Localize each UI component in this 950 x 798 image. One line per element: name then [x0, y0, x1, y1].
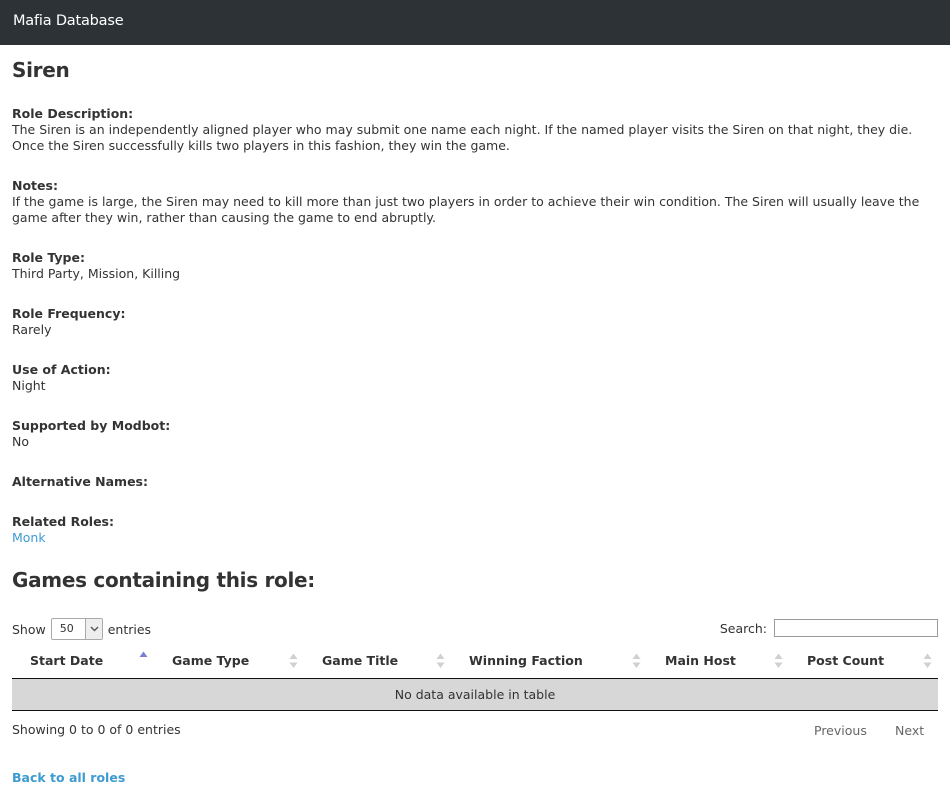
related-roles-label: Related Roles: [12, 514, 114, 529]
page-title: Siren [12, 58, 70, 82]
role-type-label: Role Type: [12, 250, 85, 265]
modbot-label: Supported by Modbot: [12, 418, 171, 433]
back-to-all-roles-link[interactable]: Back to all roles [12, 770, 125, 785]
notes-value: If the game is large, the Siren may need… [12, 194, 920, 225]
notes-label: Notes: [12, 178, 58, 193]
sort-arrows-icon [774, 653, 783, 668]
modbot-value: No [12, 434, 29, 449]
sort-ascending-icon [139, 651, 148, 657]
use-of-action-value: Night [12, 378, 46, 393]
role-description-value: The Siren is an independently aligned pl… [12, 122, 913, 153]
column-header-label: Game Title [322, 653, 399, 668]
role-frequency-label: Role Frequency: [12, 306, 126, 321]
role-type-value: Third Party, Mission, Killing [12, 266, 181, 281]
table-info: Showing 0 to 0 of 0 entries [12, 722, 181, 737]
entries-select-value: 50 [59, 622, 74, 635]
chevron-down-icon [84, 619, 102, 639]
table-header: Start Date Game Type Game Title Winning … [12, 645, 938, 679]
entries-length-control: Show 50 entries [12, 618, 151, 640]
show-label: Show [12, 621, 46, 637]
games-section-title: Games containing this role: [12, 568, 315, 592]
column-header-winning-faction[interactable]: Winning Faction [451, 645, 647, 678]
brand-link[interactable]: Mafia Database [13, 13, 124, 29]
table-search-control: Search: [720, 617, 938, 639]
related-roles-list: Monk [12, 530, 932, 546]
role-description-label: Role Description: [12, 106, 134, 121]
column-header-main-host[interactable]: Main Host [647, 645, 789, 678]
column-header-label: Post Count [807, 653, 885, 668]
alternative-names-label: Alternative Names: [12, 474, 148, 489]
column-header-game-title[interactable]: Game Title [304, 645, 451, 678]
search-label: Search: [719, 620, 767, 636]
column-header-label: Game Type [172, 653, 250, 668]
sort-arrows-icon [632, 653, 641, 668]
column-header-label: Winning Faction [469, 653, 583, 668]
sort-arrows-icon [923, 653, 932, 668]
column-header-start-date[interactable]: Start Date [12, 645, 154, 678]
entries-select[interactable]: 50 [50, 618, 103, 640]
sort-arrows-icon [289, 653, 298, 668]
next-page-button[interactable]: Next [895, 723, 924, 738]
column-header-label: Start Date [30, 653, 104, 668]
column-header-label: Main Host [665, 653, 736, 668]
related-role-link[interactable]: Monk [12, 530, 46, 545]
previous-page-button[interactable]: Previous [814, 723, 867, 738]
column-header-post-count[interactable]: Post Count [789, 645, 938, 678]
role-frequency-value: Rarely [12, 322, 52, 337]
entries-label: entries [107, 621, 152, 637]
column-header-game-type[interactable]: Game Type [154, 645, 304, 678]
sort-arrows-icon [436, 653, 445, 668]
search-input[interactable] [774, 619, 938, 637]
empty-table-message: No data available in table [394, 687, 556, 702]
table-empty-row: No data available in table [12, 679, 938, 711]
use-of-action-label: Use of Action: [12, 362, 111, 377]
navbar: Mafia Database [0, 0, 950, 45]
